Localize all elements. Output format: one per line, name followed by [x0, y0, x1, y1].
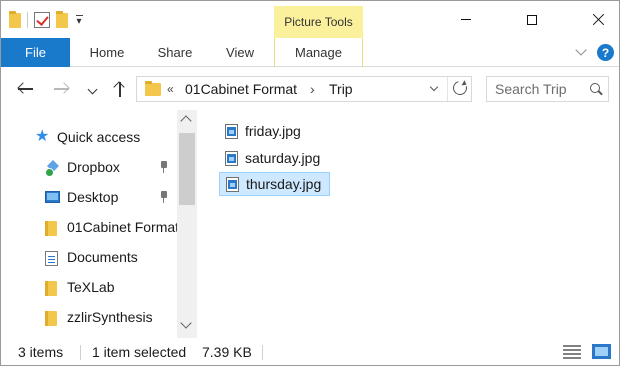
- scroll-up-chevron-icon[interactable]: [180, 115, 192, 127]
- tab-manage[interactable]: Manage: [274, 38, 363, 67]
- refresh-icon[interactable]: [450, 78, 470, 98]
- image-file-icon: [225, 150, 238, 166]
- navigation-pane: ★ Quick access Dropbox Desktop 01Cabinet…: [1, 110, 197, 338]
- breadcrumb-separator[interactable]: ›: [310, 81, 315, 97]
- address-divider: [447, 77, 448, 101]
- sidebar-item-desktop[interactable]: Desktop: [1, 183, 177, 213]
- status-divider: [80, 345, 81, 360]
- file-list: friday.jpg saturday.jpg thursday.jpg: [197, 110, 619, 338]
- scroll-thumb[interactable]: [179, 133, 195, 205]
- sidebar-item-dropbox[interactable]: Dropbox: [1, 153, 177, 183]
- scroll-down-chevron-icon[interactable]: [180, 317, 192, 329]
- breadcrumb-01cabinet-format[interactable]: 01Cabinet Format: [185, 81, 297, 97]
- search-box[interactable]: [486, 76, 609, 102]
- toolbar-separator: [27, 12, 28, 28]
- up-arrow-head: [113, 81, 125, 93]
- navigation-bar: « 01Cabinet Format › Trip: [1, 67, 619, 110]
- properties-icon[interactable]: [34, 12, 50, 28]
- selection-size: 7.39 KB: [202, 344, 252, 360]
- tab-view[interactable]: View: [214, 38, 266, 67]
- forward-arrow-head: [58, 82, 70, 94]
- sidebar-item-texlab[interactable]: TeXLab: [1, 273, 177, 303]
- minimize-button[interactable]: [443, 1, 489, 38]
- forward-button[interactable]: [52, 79, 72, 99]
- expand-ribbon-chevron-icon[interactable]: [575, 47, 587, 59]
- folder-icon: [45, 221, 57, 236]
- back-arrow-head: [17, 82, 29, 94]
- folder-icon: [45, 281, 57, 296]
- minimize-icon: [461, 19, 471, 20]
- details-view-icon[interactable]: [563, 345, 581, 359]
- file-item-saturday[interactable]: saturday.jpg: [219, 146, 328, 170]
- maximize-button[interactable]: [509, 1, 555, 38]
- file-item-friday[interactable]: friday.jpg: [219, 119, 309, 143]
- sidebar-item-label: TeXLab: [67, 279, 115, 295]
- quick-access-toolbar: ▾: [9, 10, 84, 30]
- navigation-scrollbar[interactable]: [177, 110, 197, 338]
- title-bar: ▾ Picture Tools: [1, 1, 619, 38]
- documents-icon: [45, 251, 58, 266]
- search-input[interactable]: [495, 81, 590, 97]
- image-file-icon: [225, 123, 238, 139]
- sidebar-item-label: Documents: [67, 249, 138, 265]
- close-icon: [592, 13, 605, 26]
- sidebar-item-label: zzlirSynthesis: [67, 309, 153, 325]
- maximize-icon: [527, 14, 537, 25]
- dropbox-icon: [45, 161, 61, 177]
- sidebar-item-01cabinet-format[interactable]: 01Cabinet Format: [1, 213, 177, 243]
- tab-file[interactable]: File: [1, 38, 70, 67]
- file-name: thursday.jpg: [246, 176, 322, 192]
- folder-icon: [45, 311, 57, 326]
- tab-home[interactable]: Home: [78, 38, 136, 67]
- sidebar-item-zzlirsynthesis[interactable]: zzlirSynthesis: [1, 303, 177, 333]
- pin-icon[interactable]: [159, 161, 169, 173]
- sidebar-item-documents[interactable]: Documents: [1, 243, 177, 273]
- file-explorer-window: ▾ Picture Tools File Home Share View Man…: [0, 0, 620, 366]
- search-icon[interactable]: [590, 83, 600, 93]
- image-file-icon: [226, 176, 239, 192]
- pin-icon[interactable]: [159, 191, 169, 203]
- close-button[interactable]: [575, 1, 619, 38]
- selection-count: 1 item selected: [92, 344, 187, 360]
- address-bar[interactable]: « 01Cabinet Format › Trip: [136, 76, 472, 102]
- ribbon-tabs: File Home Share View Manage ?: [1, 38, 619, 67]
- item-count: 3 items: [18, 344, 64, 360]
- large-icons-view-icon[interactable]: [592, 344, 611, 359]
- folder-icon: [9, 10, 21, 28]
- sidebar-item-quick-access[interactable]: ★ Quick access: [1, 123, 177, 153]
- tab-share[interactable]: Share: [146, 38, 204, 67]
- status-divider: [262, 345, 263, 360]
- sidebar-item-label: 01Cabinet Format: [67, 219, 177, 235]
- recent-locations-chevron-icon[interactable]: [87, 84, 98, 95]
- picture-tools-label: Picture Tools: [274, 6, 363, 38]
- folder-icon: [145, 81, 161, 96]
- desktop-icon: [45, 191, 60, 203]
- back-button[interactable]: [16, 79, 36, 99]
- file-name: friday.jpg: [245, 123, 301, 139]
- up-button[interactable]: [110, 79, 130, 99]
- breadcrumb-overflow[interactable]: «: [167, 82, 174, 96]
- help-icon[interactable]: ?: [597, 44, 614, 61]
- address-dropdown-icon[interactable]: [429, 82, 439, 92]
- star-icon: ★: [35, 128, 50, 145]
- file-item-thursday[interactable]: thursday.jpg: [219, 172, 331, 196]
- file-name: saturday.jpg: [245, 150, 321, 166]
- sidebar-item-label: Quick access: [57, 129, 141, 145]
- status-bar: 3 items 1 item selected 7.39 KB: [1, 338, 619, 365]
- breadcrumb-trip[interactable]: Trip: [329, 81, 353, 97]
- new-folder-icon[interactable]: [56, 10, 68, 28]
- customize-toolbar-dropdown-icon[interactable]: ▾: [74, 15, 84, 27]
